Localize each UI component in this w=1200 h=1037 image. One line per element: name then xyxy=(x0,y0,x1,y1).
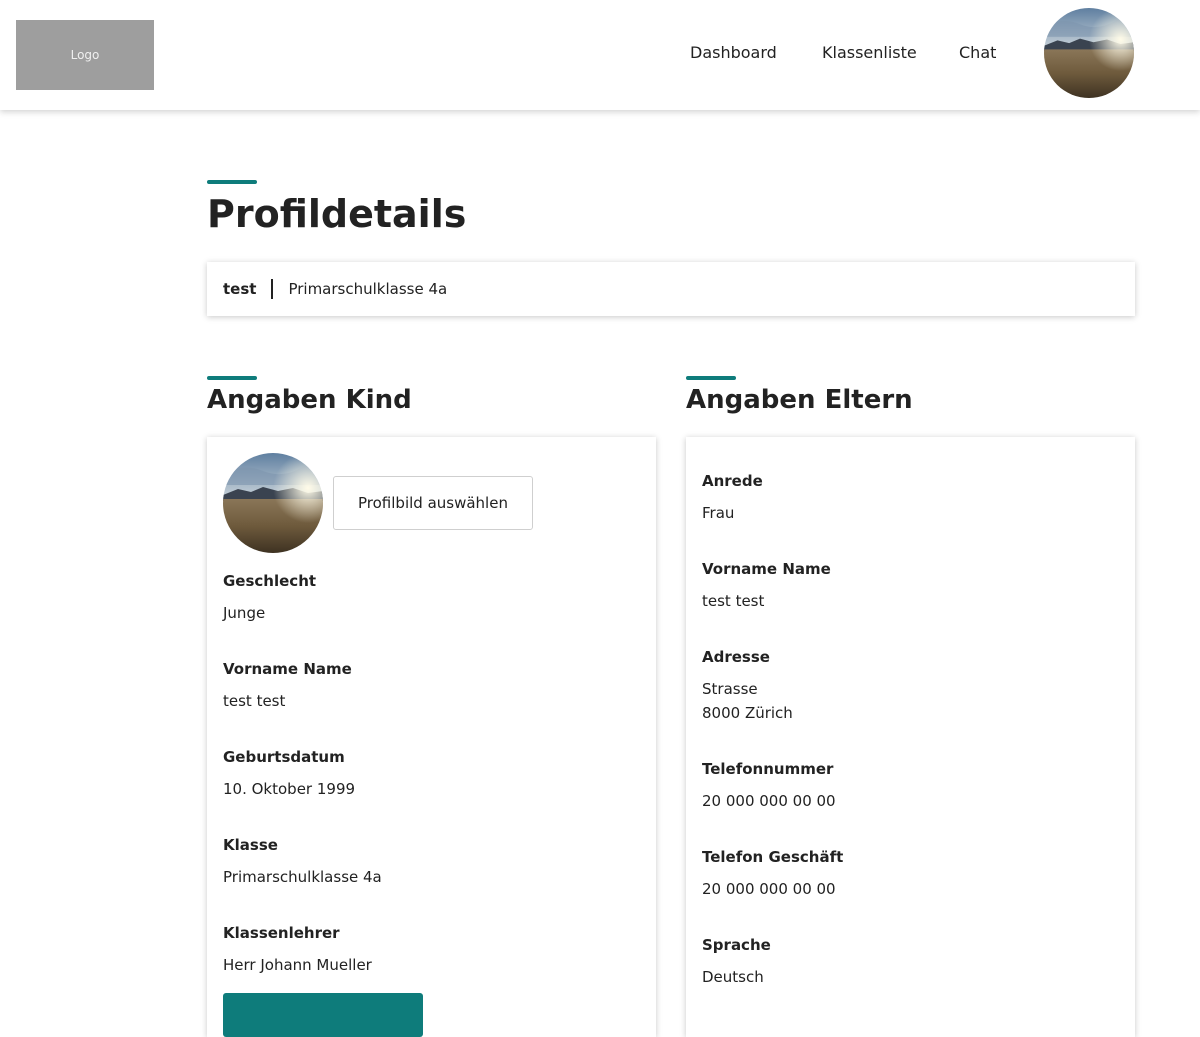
parent-phone-label: Telefonnummer xyxy=(702,760,834,778)
child-teacher-value: Herr Johann Mueller xyxy=(223,956,372,974)
pick-profile-picture-button[interactable]: Profilbild auswählen xyxy=(333,476,533,530)
landscape-photo-icon xyxy=(1044,8,1134,98)
child-birthdate-value: 10. Oktober 1999 xyxy=(223,780,356,798)
child-name-value: test test xyxy=(223,692,286,710)
parent-language-label: Sprache xyxy=(702,936,771,954)
page-title: Profildetails xyxy=(207,192,467,236)
parents-card: Anrede Frau Vorname Name test test Adres… xyxy=(686,437,1135,1037)
summary-name: test xyxy=(223,280,257,298)
nav-chat[interactable]: Chat xyxy=(959,43,996,62)
parents-section-title: Angaben Eltern xyxy=(686,385,913,415)
parent-work-phone-value: 20 000 000 00 00 xyxy=(702,880,836,898)
child-class-value: Primarschulklasse 4a xyxy=(223,868,382,886)
child-teacher-label: Klassenlehrer xyxy=(223,924,340,942)
landscape-photo-icon xyxy=(223,453,323,553)
parent-name-value: test test xyxy=(702,592,765,610)
child-avatar xyxy=(223,453,323,553)
parent-address-city: 8000 Zürich xyxy=(702,704,793,722)
summary-class: Primarschulklasse 4a xyxy=(288,280,448,298)
profile-summary: test Primarschulklasse 4a xyxy=(207,262,1135,316)
child-gender-label: Geschlecht xyxy=(223,572,317,590)
title-accent-bar xyxy=(207,180,257,184)
logo[interactable]: Logo xyxy=(16,20,154,90)
parent-address-street: Strasse xyxy=(702,680,758,698)
child-class-label: Klasse xyxy=(223,836,278,854)
child-name-label: Vorname Name xyxy=(223,660,352,678)
child-gender-value: Junge xyxy=(223,604,266,622)
child-birthdate-label: Geburtsdatum xyxy=(223,748,345,766)
nav-dashboard[interactable]: Dashboard xyxy=(690,43,777,62)
child-section-title: Angaben Kind xyxy=(207,385,412,415)
top-header: Logo Dashboard Klassenliste Chat xyxy=(0,0,1200,110)
parents-accent-bar xyxy=(686,376,736,380)
parent-phone-value: 20 000 000 00 00 xyxy=(702,792,836,810)
nav-class-list[interactable]: Klassenliste xyxy=(822,43,917,62)
parent-name-label: Vorname Name xyxy=(702,560,831,578)
parent-salutation-value: Frau xyxy=(702,504,735,522)
child-card: Profilbild auswählen Geschlecht Junge Vo… xyxy=(207,437,656,1037)
parent-work-phone-label: Telefon Geschäft xyxy=(702,848,844,866)
parent-salutation-label: Anrede xyxy=(702,472,763,490)
user-avatar[interactable] xyxy=(1044,8,1134,98)
summary-divider xyxy=(271,279,274,299)
parent-language-value: Deutsch xyxy=(702,968,764,986)
child-accent-bar xyxy=(207,376,257,380)
parent-address-label: Adresse xyxy=(702,648,770,666)
